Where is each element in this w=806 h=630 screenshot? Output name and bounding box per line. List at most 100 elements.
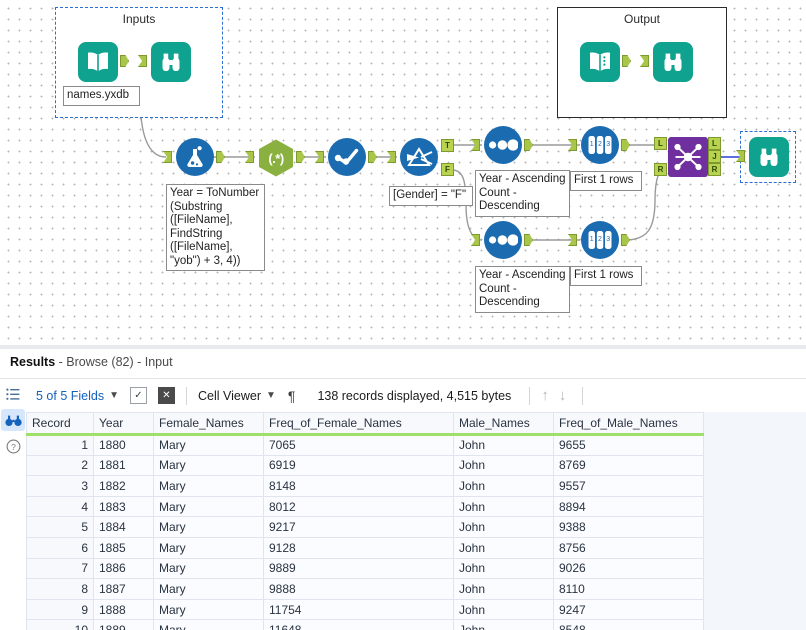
table-row[interactable]: 9 1888 Mary 11754 John 9247 xyxy=(26,598,704,621)
filter-input-anchor[interactable] xyxy=(387,151,396,163)
svg-text:1: 1 xyxy=(590,141,594,148)
cell-record: 5 xyxy=(26,516,94,538)
list-icon[interactable] xyxy=(1,383,25,405)
sort-bottom-output-anchor[interactable] xyxy=(524,234,533,246)
column-header-male-names[interactable]: Male_Names xyxy=(453,412,554,436)
svg-text:3: 3 xyxy=(606,236,610,243)
column-header-freq-male[interactable]: Freq_of_Male_Names xyxy=(553,412,704,436)
toolbar-separator-2 xyxy=(529,386,531,405)
cell-record: 2 xyxy=(26,454,94,477)
tool-select[interactable] xyxy=(315,138,377,176)
table-row[interactable]: 101889Mary11648John8548 xyxy=(26,619,704,630)
table-row[interactable]: 6 1885 Mary 9128 John 8756 xyxy=(26,536,704,559)
tool-filter[interactable]: T F xyxy=(387,138,454,176)
table-row[interactable]: 7 1886 Mary 9889 John 9026 xyxy=(26,557,704,580)
checkbox-icon[interactable]: ✓ xyxy=(130,387,147,404)
tool-browse-output[interactable] xyxy=(640,42,693,82)
cell-year: 1885 xyxy=(93,536,154,559)
sample-top-output-anchor[interactable] xyxy=(621,139,630,151)
arrow-up-icon[interactable]: ↑ xyxy=(541,387,549,404)
regex-output-anchor[interactable] xyxy=(296,151,305,163)
tool-output-data[interactable] xyxy=(580,42,631,82)
tool-sort-top[interactable] xyxy=(471,126,533,164)
cell-freq-male: 9388 xyxy=(553,516,704,538)
column-header-freq-female[interactable]: Freq_of_Female_Names xyxy=(263,412,454,436)
filter-true-anchor[interactable]: T xyxy=(441,139,454,152)
join-r-output-anchor[interactable]: R xyxy=(708,163,721,176)
cell-record: 3 xyxy=(26,475,94,497)
cell-female-name: Mary xyxy=(153,454,264,477)
binoculars-icon[interactable] xyxy=(1,409,25,431)
formula-input-anchor[interactable] xyxy=(163,151,172,163)
cell-freq-female: 8012 xyxy=(263,495,454,518)
table-row[interactable]: 5 1884 Mary 9217 John 9388 xyxy=(26,516,704,538)
sample-bottom-input-anchor[interactable] xyxy=(568,234,577,246)
cell-record: 9 xyxy=(26,598,94,621)
sample-bottom-output-anchor[interactable] xyxy=(621,234,630,246)
tool-formula[interactable] xyxy=(163,138,225,176)
cell-freq-male: 8756 xyxy=(553,536,704,559)
sort-top-input-anchor[interactable] xyxy=(471,139,480,151)
cell-record: 8 xyxy=(26,578,94,600)
browse-final-input-anchor[interactable] xyxy=(736,150,745,162)
filter-false-anchor[interactable]: F xyxy=(441,163,454,176)
toolbar-separator xyxy=(186,386,187,405)
cell-male-name: John xyxy=(453,475,554,497)
tool-join[interactable]: L R L J R xyxy=(654,137,721,177)
join-j-output-anchor[interactable]: J xyxy=(708,150,721,163)
select-output-anchor[interactable] xyxy=(368,151,377,163)
column-header-year[interactable]: Year xyxy=(93,412,154,436)
tool-browse-input[interactable] xyxy=(138,42,191,82)
tool-sample-top[interactable]: 1 2 3 xyxy=(568,126,630,164)
record-status: 138 records displayed, 4,515 bytes xyxy=(317,388,512,403)
column-header-record[interactable]: Record xyxy=(26,412,94,436)
filter-icon xyxy=(400,138,438,176)
workflow-canvas[interactable]: Inputs names.yxdb Output Year = ToNumber… xyxy=(0,0,806,345)
table-row[interactable]: 1 1880 Mary 7065 John 9655 xyxy=(26,434,704,456)
tool-regex[interactable]: (.*) xyxy=(245,138,305,178)
sort-bottom-input-anchor[interactable] xyxy=(471,234,480,246)
join-l-output-anchor[interactable]: L xyxy=(708,137,721,150)
sample-top-input-anchor[interactable] xyxy=(568,139,577,151)
sort-top-output-anchor[interactable] xyxy=(524,139,533,151)
help-icon[interactable]: ? xyxy=(1,435,25,457)
cell-viewer-dropdown[interactable]: Cell Viewer ▼ xyxy=(198,389,276,403)
svg-text:1: 1 xyxy=(590,236,594,243)
tool-browse-final[interactable] xyxy=(736,137,789,177)
results-sidebar: ? xyxy=(0,379,26,630)
results-grid[interactable]: Record Year Female_Names Freq_of_Female_… xyxy=(26,412,806,630)
cell-freq-male: 9247 xyxy=(553,598,704,621)
join-left-input-anchor[interactable]: L xyxy=(654,137,667,150)
panel-splitter[interactable] xyxy=(0,345,806,349)
input-file-annotation: names.yxdb xyxy=(63,86,140,106)
flask-icon xyxy=(176,138,214,176)
table-row[interactable]: 8 1887 Mary 9888 John 8110 xyxy=(26,578,704,600)
arrow-down-icon[interactable]: ↓ xyxy=(559,387,567,404)
cell-record: 10 xyxy=(26,619,94,630)
cell-freq-female: 11648 xyxy=(263,619,454,630)
table-row[interactable]: 4 1883 Mary 8012 John 8894 xyxy=(26,495,704,518)
cell-freq-female: 9888 xyxy=(263,578,454,600)
tool-sample-bottom[interactable]: 1 2 3 xyxy=(568,221,630,259)
select-input-anchor[interactable] xyxy=(315,151,324,163)
inputs-container-title: Inputs xyxy=(122,12,156,26)
results-panel: Results - Browse (82) - Input ? 5 of 5 F… xyxy=(0,345,806,630)
cell-freq-female: 8148 xyxy=(263,475,454,497)
clear-selection-icon[interactable]: ✕ xyxy=(158,387,175,404)
cell-female-name: Mary xyxy=(153,578,264,600)
formula-output-anchor[interactable] xyxy=(216,151,225,163)
join-right-input-anchor[interactable]: R xyxy=(654,163,667,176)
table-row[interactable]: 2 1881 Mary 6919 John 8769 xyxy=(26,454,704,477)
fields-dropdown[interactable]: 5 of 5 Fields ▼ xyxy=(36,389,119,403)
table-body: 1 1880 Mary 7065 John 9655 2 1881 Mary 6919 John 8… xyxy=(26,434,704,630)
sample-top-annotation: First 1 rows xyxy=(570,171,642,191)
svg-text:3: 3 xyxy=(606,141,610,148)
column-header-female-names[interactable]: Female_Names xyxy=(153,412,264,436)
pilcrow-icon[interactable]: ¶ xyxy=(288,388,296,404)
output-container-title: Output xyxy=(623,12,661,26)
filter-annotation: [Gender] = "F" xyxy=(389,186,473,206)
regex-input-anchor[interactable] xyxy=(245,151,254,163)
tool-input-data[interactable] xyxy=(78,42,129,82)
tool-sort-bottom[interactable] xyxy=(471,221,533,259)
table-row[interactable]: 3 1882 Mary 8148 John 9557 xyxy=(26,475,704,497)
